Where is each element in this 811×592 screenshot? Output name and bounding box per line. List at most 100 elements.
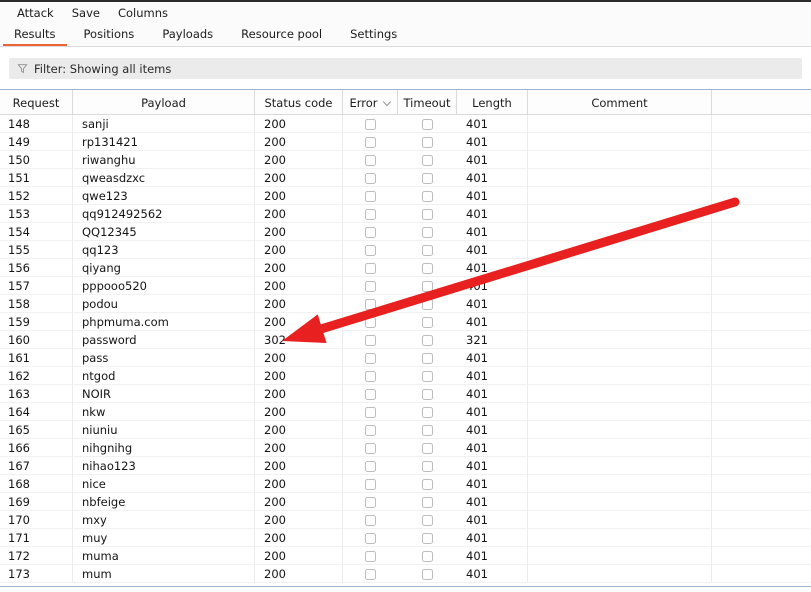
error-checkbox[interactable] <box>365 550 376 562</box>
cell-timeout[interactable] <box>398 295 457 313</box>
error-checkbox[interactable] <box>365 298 376 310</box>
error-checkbox[interactable] <box>365 226 376 238</box>
tab-results[interactable]: Results <box>0 22 70 46</box>
error-checkbox[interactable] <box>365 136 376 148</box>
cell-timeout[interactable] <box>398 187 457 205</box>
table-row[interactable]: 155 qq123 200 401 <box>0 241 811 259</box>
timeout-checkbox[interactable] <box>422 280 433 292</box>
cell-error[interactable] <box>343 565 398 583</box>
table-row[interactable]: 169 nbfeige 200 401 <box>0 493 811 511</box>
cell-error[interactable] <box>343 223 398 241</box>
cell-error[interactable] <box>343 511 398 529</box>
error-checkbox[interactable] <box>365 442 376 454</box>
menu-columns[interactable]: Columns <box>109 2 177 23</box>
error-checkbox[interactable] <box>365 478 376 490</box>
table-row[interactable]: 156 qiyang 200 401 <box>0 259 811 277</box>
timeout-checkbox[interactable] <box>422 496 433 508</box>
cell-timeout[interactable] <box>398 457 457 475</box>
table-row[interactable]: 152 qwe123 200 401 <box>0 187 811 205</box>
error-checkbox[interactable] <box>365 118 376 130</box>
cell-timeout[interactable] <box>398 151 457 169</box>
table-row[interactable]: 158 podou 200 401 <box>0 295 811 313</box>
cell-timeout[interactable] <box>398 421 457 439</box>
cell-timeout[interactable] <box>398 277 457 295</box>
cell-error[interactable] <box>343 313 398 331</box>
error-checkbox[interactable] <box>365 388 376 400</box>
cell-error[interactable] <box>343 151 398 169</box>
timeout-checkbox[interactable] <box>422 514 433 526</box>
table-row[interactable]: 151 qweasdzxc 200 401 <box>0 169 811 187</box>
timeout-checkbox[interactable] <box>422 334 433 346</box>
error-checkbox[interactable] <box>365 352 376 364</box>
cell-error[interactable] <box>343 493 398 511</box>
cell-error[interactable] <box>343 421 398 439</box>
cell-error[interactable] <box>343 547 398 565</box>
cell-timeout[interactable] <box>398 169 457 187</box>
timeout-checkbox[interactable] <box>422 424 433 436</box>
timeout-checkbox[interactable] <box>422 136 433 148</box>
timeout-checkbox[interactable] <box>422 154 433 166</box>
cell-timeout[interactable] <box>398 133 457 151</box>
error-checkbox[interactable] <box>365 532 376 544</box>
cell-error[interactable] <box>343 133 398 151</box>
column-header-error[interactable]: Error <box>343 90 398 115</box>
cell-timeout[interactable] <box>398 403 457 421</box>
cell-error[interactable] <box>343 295 398 313</box>
error-checkbox[interactable] <box>365 190 376 202</box>
error-checkbox[interactable] <box>365 208 376 220</box>
cell-error[interactable] <box>343 529 398 547</box>
cell-timeout[interactable] <box>398 313 457 331</box>
column-header-status[interactable]: Status code <box>255 90 343 115</box>
cell-error[interactable] <box>343 205 398 223</box>
error-checkbox[interactable] <box>365 370 376 382</box>
chevron-down-icon[interactable] <box>382 96 391 110</box>
cell-timeout[interactable] <box>398 529 457 547</box>
column-header-request[interactable]: Request <box>0 90 73 115</box>
error-checkbox[interactable] <box>365 568 376 580</box>
timeout-checkbox[interactable] <box>422 478 433 490</box>
column-header-spacer[interactable] <box>712 90 811 115</box>
cell-timeout[interactable] <box>398 241 457 259</box>
timeout-checkbox[interactable] <box>422 208 433 220</box>
timeout-checkbox[interactable] <box>422 118 433 130</box>
tab-resource-pool[interactable]: Resource pool <box>227 22 336 46</box>
timeout-checkbox[interactable] <box>422 244 433 256</box>
table-row[interactable]: 150 riwanghu 200 401 <box>0 151 811 169</box>
timeout-checkbox[interactable] <box>422 442 433 454</box>
column-header-comment[interactable]: Comment <box>528 90 712 115</box>
cell-timeout[interactable] <box>398 205 457 223</box>
table-row[interactable]: 171 muy 200 401 <box>0 529 811 547</box>
error-checkbox[interactable] <box>365 280 376 292</box>
error-checkbox[interactable] <box>365 334 376 346</box>
table-row[interactable]: 165 niuniu 200 401 <box>0 421 811 439</box>
error-checkbox[interactable] <box>365 316 376 328</box>
timeout-checkbox[interactable] <box>422 388 433 400</box>
timeout-checkbox[interactable] <box>422 190 433 202</box>
cell-timeout[interactable] <box>398 331 457 349</box>
column-header-payload[interactable]: Payload <box>73 90 255 115</box>
timeout-checkbox[interactable] <box>422 406 433 418</box>
timeout-checkbox[interactable] <box>422 532 433 544</box>
cell-error[interactable] <box>343 367 398 385</box>
filter-bar[interactable]: Filter: Showing all items <box>9 58 802 79</box>
table-row[interactable]: 159 phpmuma.com 200 401 <box>0 313 811 331</box>
error-checkbox[interactable] <box>365 154 376 166</box>
tab-payloads[interactable]: Payloads <box>148 22 227 46</box>
cell-timeout[interactable] <box>398 223 457 241</box>
timeout-checkbox[interactable] <box>422 370 433 382</box>
table-row[interactable]: 167 nihao123 200 401 <box>0 457 811 475</box>
timeout-checkbox[interactable] <box>422 460 433 472</box>
table-row[interactable]: 162 ntgod 200 401 <box>0 367 811 385</box>
timeout-checkbox[interactable] <box>422 316 433 328</box>
error-checkbox[interactable] <box>365 244 376 256</box>
error-checkbox[interactable] <box>365 172 376 184</box>
table-row[interactable]: 153 qq912492562 200 401 <box>0 205 811 223</box>
cell-error[interactable] <box>343 349 398 367</box>
table-row[interactable]: 172 muma 200 401 <box>0 547 811 565</box>
table-row[interactable]: 166 nihgnihg 200 401 <box>0 439 811 457</box>
cell-error[interactable] <box>343 169 398 187</box>
timeout-checkbox[interactable] <box>422 262 433 274</box>
column-header-timeout[interactable]: Timeout <box>398 90 457 115</box>
table-row[interactable]: 154 QQ12345 200 401 <box>0 223 811 241</box>
cell-error[interactable] <box>343 241 398 259</box>
